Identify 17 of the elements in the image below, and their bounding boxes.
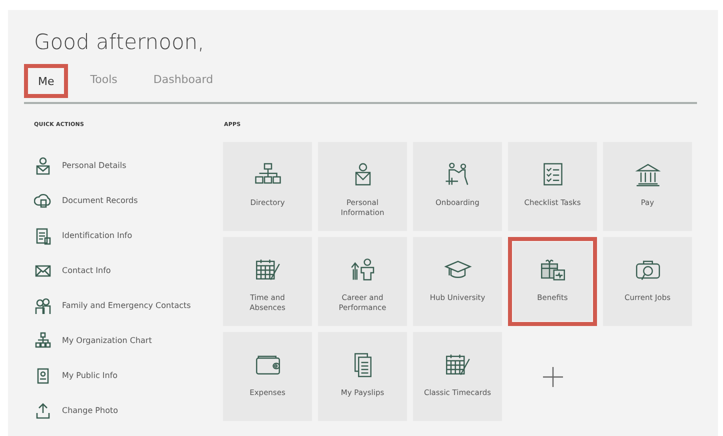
org-chart-icon: [34, 332, 52, 350]
id-card-icon: [34, 226, 52, 244]
cloud-document-icon: [34, 192, 52, 210]
quick-action-link[interactable]: Change Photo: [62, 406, 118, 415]
tab[interactable]: Me: [24, 64, 68, 98]
quick-action-link[interactable]: Personal Details: [62, 161, 126, 170]
person-icon: [34, 156, 52, 174]
quick-action-link[interactable]: Contact Info: [62, 266, 111, 275]
plus-icon: [542, 366, 564, 388]
quick-action-link[interactable]: Identification Info: [62, 231, 132, 240]
greeting: Good afternoon,: [34, 30, 206, 54]
quick-action-link[interactable]: Family and Emergency Contacts: [62, 301, 191, 310]
quick-action-link[interactable]: Document Records: [62, 196, 138, 205]
people-icon: [34, 296, 52, 314]
upload-icon: [34, 402, 52, 420]
quick-action-link[interactable]: My Public Info: [62, 371, 118, 380]
quick-action-link[interactable]: My Organization Chart: [62, 336, 152, 345]
